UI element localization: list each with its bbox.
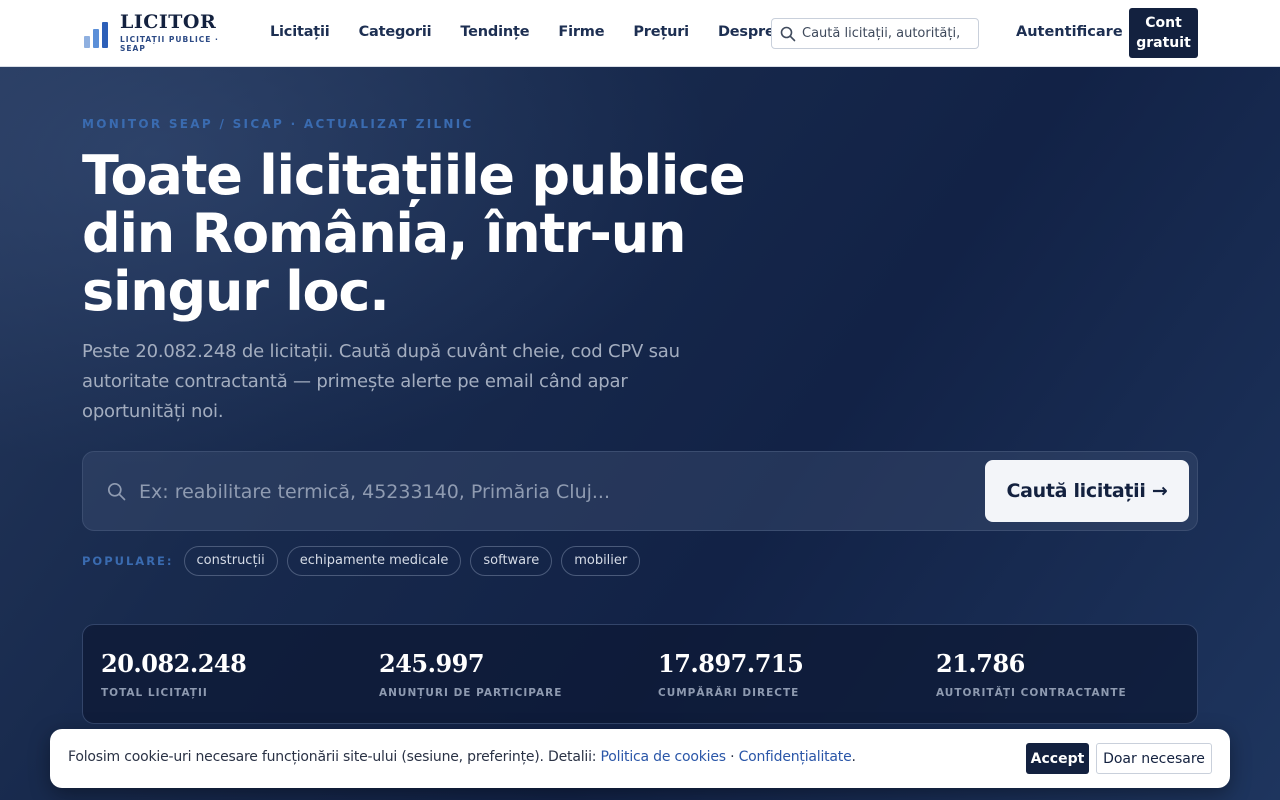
hero-section: MONITOR SEAP / SICAP · ACTUALIZAT ZILNIC… xyxy=(0,67,1280,800)
logo[interactable]: LICITOR LICITAȚII PUBLICE · SEAP xyxy=(82,12,232,53)
cookie-necessary-only-button[interactable]: Doar necesare xyxy=(1096,743,1212,774)
search-icon xyxy=(107,482,126,501)
cookie-accept-button[interactable]: Accept xyxy=(1026,743,1089,774)
signup-button[interactable]: Cont gratuit xyxy=(1129,8,1198,58)
stat-participation-notices: 245.997 ANUNȚURI DE PARTICIPARE xyxy=(379,649,562,699)
hero-kicker: MONITOR SEAP / SICAP · ACTUALIZAT ZILNIC xyxy=(82,117,474,131)
bar-chart-logo-icon xyxy=(82,12,112,48)
site-header: LICITOR LICITAȚII PUBLICE · SEAP Licitaț… xyxy=(0,0,1280,67)
cookie-separator: · xyxy=(725,749,739,765)
stat-value: 17.897.715 xyxy=(658,649,804,678)
stat-value: 20.082.248 xyxy=(101,649,247,678)
hero-subtitle: Peste 20.082.248 de licitații. Caută dup… xyxy=(82,341,680,422)
header-search xyxy=(771,18,979,49)
nav-item-licitatii[interactable]: Licitații xyxy=(270,24,330,40)
brand-name: LICITOR xyxy=(120,11,217,33)
stat-label: ANUNȚURI DE PARTICIPARE xyxy=(379,687,563,699)
search-button-label: Caută licitații xyxy=(1006,480,1146,502)
nav-item-preturi[interactable]: Prețuri xyxy=(633,24,689,40)
nav-item-categorii[interactable]: Categorii xyxy=(359,24,432,40)
popular-chip[interactable]: software xyxy=(470,546,553,576)
popular-label: POPULARE: xyxy=(82,554,174,568)
nav-item-despre[interactable]: Despre xyxy=(718,24,775,40)
stat-value: 21.786 xyxy=(936,649,1025,678)
cookie-message: Folosim cookie-uri necesare funcționării… xyxy=(68,749,856,765)
popular-searches: POPULARE: construcții echipamente medica… xyxy=(82,546,649,576)
brand-tagline: LICITAȚII PUBLICE · SEAP xyxy=(120,35,219,53)
stat-label: TOTAL LICITAȚII xyxy=(101,687,208,699)
cookie-end: . xyxy=(851,749,856,765)
popular-chip[interactable]: echipamente medicale xyxy=(286,546,462,576)
main-nav: Licitații Categorii Tendințe Firme Prețu… xyxy=(270,24,804,40)
stats-panel: 20.082.248 TOTAL LICITAȚII 245.997 ANUNȚ… xyxy=(82,624,1198,724)
cookie-banner: Folosim cookie-uri necesare funcționării… xyxy=(50,729,1230,788)
search-tenders-button[interactable]: Caută licitații → xyxy=(985,460,1189,522)
hero-search: Caută licitații → xyxy=(82,451,1198,531)
stat-label: AUTORITĂȚI CONTRACTANTE xyxy=(936,687,1127,699)
stat-total-tenders: 20.082.248 TOTAL LICITAȚII xyxy=(101,649,247,699)
stat-value: 245.997 xyxy=(379,649,485,678)
popular-chip[interactable]: construcții xyxy=(183,546,278,576)
header-search-input[interactable] xyxy=(802,26,972,41)
cookie-text: Folosim cookie-uri necesare funcționării… xyxy=(68,749,601,765)
hero-search-input[interactable] xyxy=(139,476,959,508)
stat-label: CUMPĂRĂRI DIRECTE xyxy=(658,687,800,699)
login-link[interactable]: Autentificare xyxy=(1016,24,1123,40)
stat-contracting-authorities: 21.786 AUTORITĂȚI CONTRACTANTE xyxy=(936,649,1127,699)
arrow-right-icon: → xyxy=(1151,480,1168,502)
hero-title: Toate licitațiile publice din România, î… xyxy=(82,144,746,323)
popular-chip[interactable]: mobilier xyxy=(561,546,641,576)
search-icon xyxy=(780,26,796,41)
cookie-policy-link[interactable]: Politica de cookies xyxy=(601,749,726,765)
nav-item-firme[interactable]: Firme xyxy=(558,24,604,40)
privacy-link[interactable]: Confidențialitate xyxy=(739,749,852,765)
stat-direct-purchases: 17.897.715 CUMPĂRĂRI DIRECTE xyxy=(658,649,804,699)
nav-item-tendinte[interactable]: Tendințe xyxy=(460,24,529,40)
